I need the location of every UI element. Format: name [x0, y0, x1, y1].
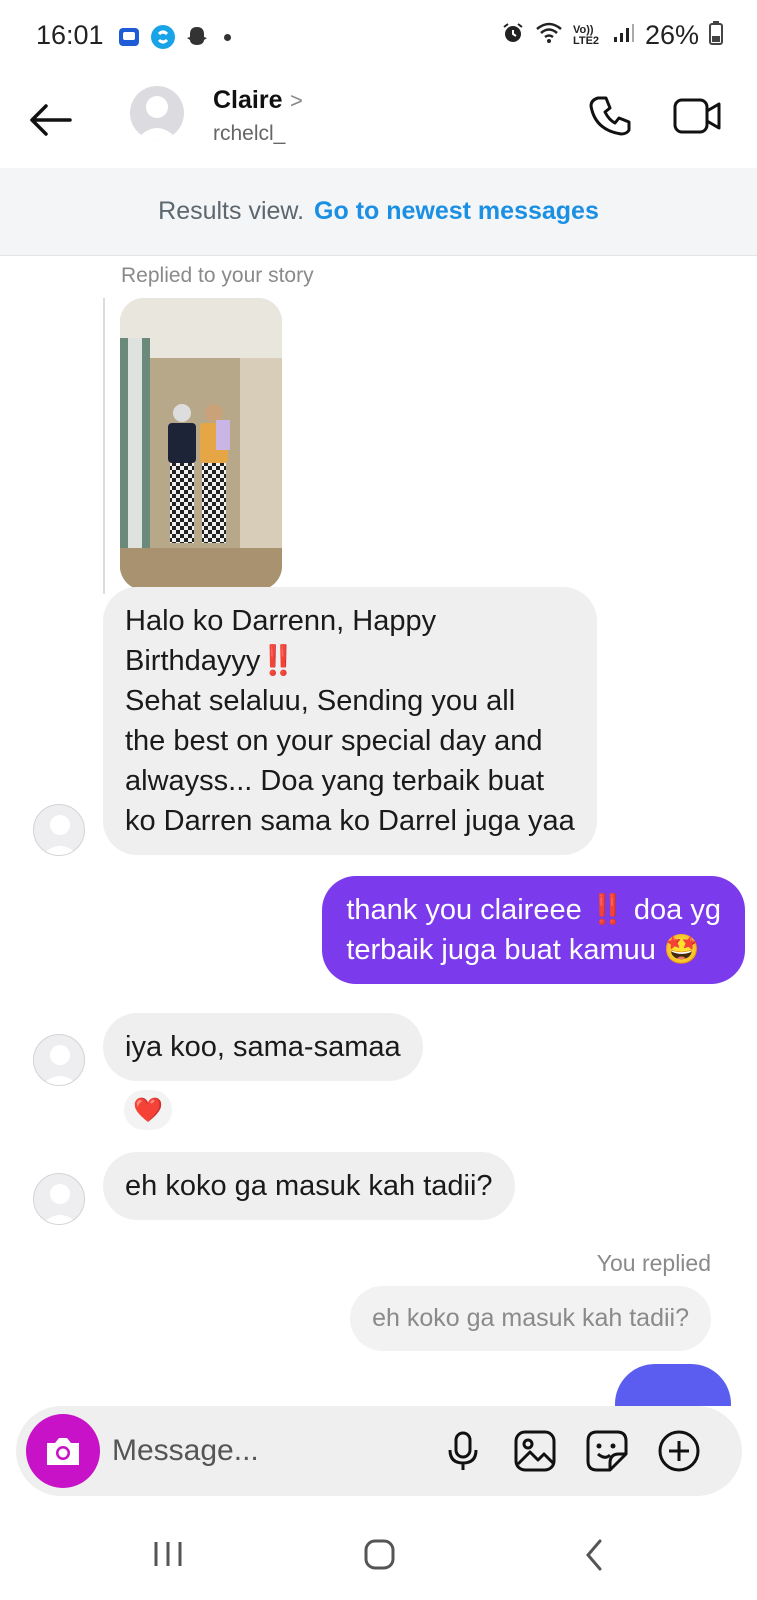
- battery-icon: [709, 21, 723, 50]
- contact-handle[interactable]: rchelcl_: [213, 122, 285, 146]
- video-camera-icon: [673, 98, 721, 134]
- system-navigation-bar: [0, 1510, 757, 1600]
- message-thread[interactable]: Replied to your story Halo ko Darrenn, H…: [0, 256, 757, 1406]
- more-notifications-dot: [224, 33, 231, 41]
- notification-icons: [116, 24, 231, 50]
- snapchat-icon: [184, 24, 210, 50]
- network-label: Vo)) LTE2: [572, 23, 600, 47]
- contact-name[interactable]: Claire: [213, 86, 282, 115]
- sender-avatar[interactable]: [33, 1173, 85, 1225]
- recent-apps-icon: [154, 1542, 182, 1566]
- story-thumbnail[interactable]: [120, 298, 282, 590]
- message-input[interactable]: [112, 1424, 442, 1478]
- sticker-icon: [586, 1430, 628, 1472]
- message-text: eh koko ga masuk kah tadii?: [125, 1170, 493, 1202]
- voice-call-button[interactable]: [586, 92, 634, 140]
- camera-button[interactable]: [26, 1414, 100, 1488]
- phone-icon: [589, 96, 631, 136]
- app-notification-icon: [116, 24, 142, 50]
- status-bar: 16:01 Vo)) LTE2 26%: [0, 0, 757, 76]
- video-call-button[interactable]: [672, 94, 722, 138]
- quoted-text: eh koko ga masuk kah tadii?: [372, 1304, 689, 1332]
- back-arrow-icon: [30, 104, 72, 136]
- quoted-message[interactable]: eh koko ga masuk kah tadii?: [350, 1286, 711, 1351]
- recent-apps-button[interactable]: [140, 1530, 196, 1580]
- battery-percent: 26%: [644, 20, 699, 50]
- add-icon: [658, 1430, 700, 1472]
- shazam-icon: [150, 24, 176, 50]
- add-button[interactable]: [656, 1428, 702, 1474]
- contact-avatar[interactable]: [130, 86, 184, 140]
- gallery-icon: [514, 1430, 556, 1472]
- you-replied-label: You replied: [596, 1250, 711, 1276]
- home-button[interactable]: [352, 1530, 408, 1580]
- home-icon: [364, 1539, 395, 1570]
- camera-icon: [47, 1438, 79, 1465]
- heart-icon: ❤️: [133, 1096, 163, 1124]
- back-chevron-icon: [586, 1539, 602, 1571]
- status-time: 16:01: [36, 20, 104, 50]
- message-text: Halo ko Darrenn, Happy Birthdayyy‼️ Seha…: [125, 605, 575, 837]
- signal-icon: [613, 23, 635, 48]
- results-view-label: Results view.: [158, 197, 305, 225]
- message-bubble-outgoing[interactable]: thank you claireee ‼️ doa yg terbaik jug…: [322, 876, 745, 984]
- chevron-right-icon[interactable]: >: [290, 88, 303, 114]
- message-text: thank you claireee ‼️ doa yg terbaik jug…: [346, 894, 721, 966]
- microphone-icon: [448, 1431, 478, 1470]
- heart-reaction[interactable]: ❤️: [122, 1088, 174, 1132]
- message-bubble-outgoing-partial[interactable]: [615, 1364, 731, 1406]
- microphone-button[interactable]: [440, 1428, 486, 1474]
- message-bubble-incoming[interactable]: Halo ko Darrenn, Happy Birthdayyy‼️ Seha…: [103, 587, 597, 855]
- wifi-icon: [535, 22, 563, 49]
- message-bubble-incoming[interactable]: eh koko ga masuk kah tadii?: [103, 1152, 515, 1220]
- system-status: Vo)) LTE2 26%: [501, 20, 723, 51]
- story-reply-label: Replied to your story: [121, 264, 314, 287]
- sticker-button[interactable]: [584, 1428, 630, 1474]
- sender-avatar[interactable]: [33, 804, 85, 856]
- chat-header: Claire > rchelcl_: [0, 80, 757, 168]
- sender-avatar[interactable]: [33, 1034, 85, 1086]
- message-bubble-incoming[interactable]: iya koo, sama-samaa: [103, 1013, 423, 1081]
- results-banner: Results view. Go to newest messages: [0, 168, 757, 256]
- message-text: iya koo, sama-samaa: [125, 1031, 401, 1063]
- back-nav-button[interactable]: [566, 1530, 622, 1580]
- reply-divider-line: [103, 298, 105, 594]
- alarm-icon: [501, 21, 525, 50]
- back-button[interactable]: [24, 94, 76, 146]
- go-to-newest-link[interactable]: Go to newest messages: [314, 197, 599, 226]
- message-composer: [16, 1406, 742, 1496]
- gallery-button[interactable]: [512, 1428, 558, 1474]
